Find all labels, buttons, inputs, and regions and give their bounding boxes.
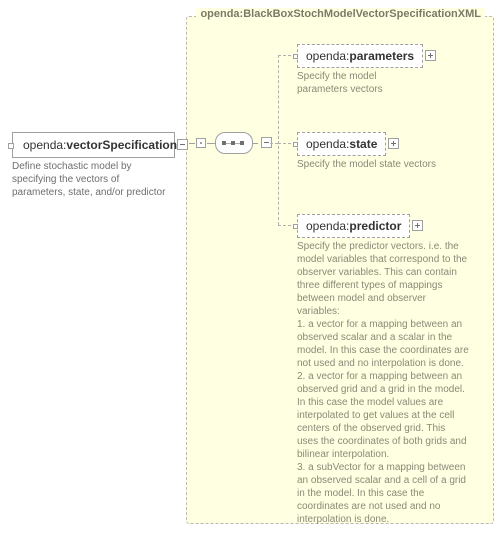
element-parameters[interactable]: openda:parameters [297, 44, 423, 68]
parameters-name: parameters [349, 49, 414, 63]
parameters-namespace: openda: [306, 49, 349, 63]
expand-plus-icon[interactable] [412, 220, 423, 231]
element-state[interactable]: openda:state [297, 132, 386, 156]
parameters-description: Specify the model parameters vectors [297, 70, 427, 96]
predictor-name: predictor [349, 219, 401, 233]
connector-line [278, 55, 279, 225]
expand-plus-icon[interactable] [425, 50, 436, 61]
optional-indicator-icon [196, 138, 206, 148]
sequence-compositor[interactable] [215, 132, 253, 154]
root-namespace: openda: [23, 138, 66, 152]
connector-line [207, 143, 215, 144]
root-element-vectorSpecification[interactable]: openda:vectorSpecification [12, 132, 175, 158]
root-name: vectorSpecification [66, 138, 177, 152]
attribute-toggle-icon[interactable] [177, 139, 188, 150]
connector-line [270, 143, 278, 144]
element-notch-icon [293, 54, 298, 59]
root-description: Define stochastic model by specifying th… [12, 160, 167, 199]
expand-plus-icon[interactable] [388, 138, 399, 149]
predictor-description: Specify the predictor vectors. i.e. the … [297, 240, 469, 526]
diagram-canvas: openda:BlackBoxStochModelVectorSpecifica… [0, 0, 504, 533]
connector-line [189, 143, 195, 144]
state-namespace: openda: [306, 137, 349, 151]
connector-line [253, 143, 258, 145]
sequence-dots-icon [222, 141, 244, 146]
element-notch-icon [8, 143, 14, 149]
state-name: state [349, 137, 377, 151]
element-notch-icon [293, 224, 298, 229]
element-predictor[interactable]: openda:predictor [297, 214, 410, 238]
state-description: Specify the model state vectors [297, 158, 436, 171]
predictor-namespace: openda: [306, 219, 349, 233]
complex-type-title: openda:BlackBoxStochModelVectorSpecifica… [196, 8, 485, 20]
element-notch-icon [293, 142, 298, 147]
